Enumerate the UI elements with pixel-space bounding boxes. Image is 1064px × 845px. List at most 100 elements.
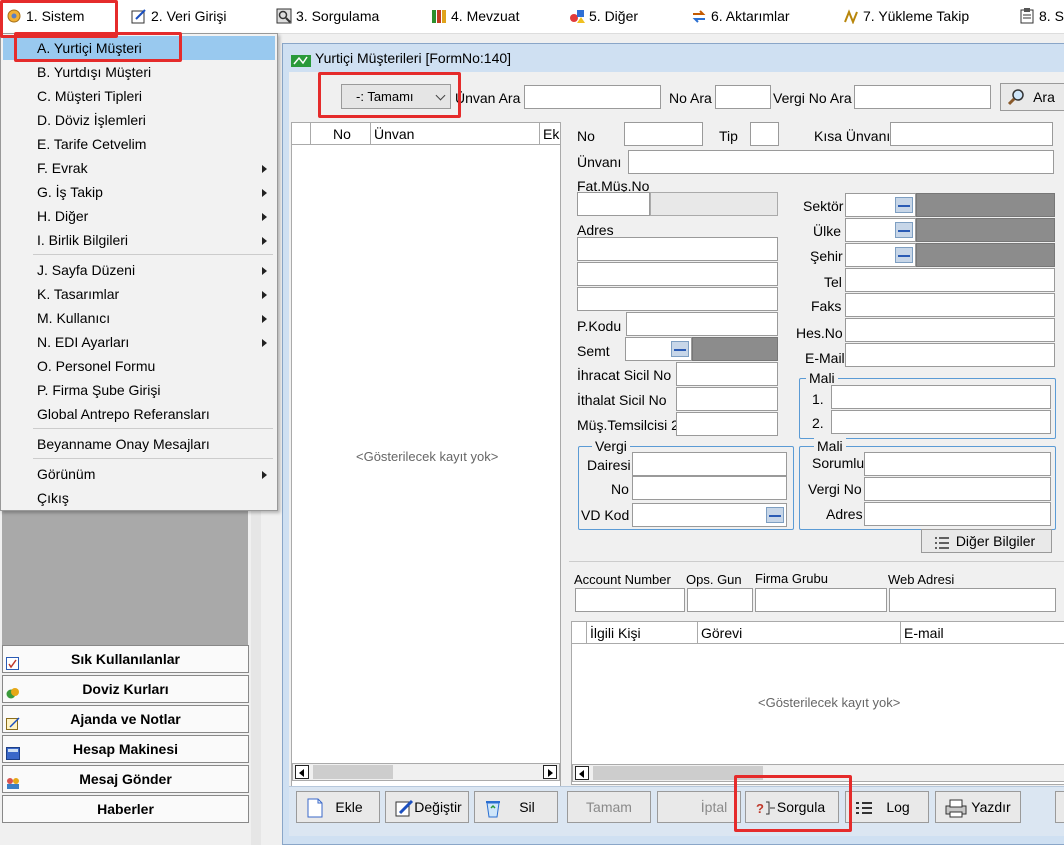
- menu-sorgulama[interactable]: 3. Sorgulama: [276, 8, 379, 24]
- iptal-button[interactable]: İptal: [657, 791, 741, 823]
- firma-grubu-input[interactable]: [755, 588, 887, 612]
- adres-line-1[interactable]: [577, 237, 778, 261]
- faks-input[interactable]: [845, 293, 1055, 317]
- hes-no-input[interactable]: [845, 318, 1055, 342]
- menu-item-gorunum[interactable]: Görünüm: [3, 462, 275, 486]
- menu-item-firma-sube-girisi[interactable]: P. Firma Şube Girişi: [3, 378, 275, 402]
- submenu-arrow-icon: [262, 165, 267, 173]
- no-input[interactable]: [624, 122, 703, 146]
- menu-separator: [33, 458, 273, 459]
- kisa-unvani-input[interactable]: [890, 122, 1053, 146]
- yazdir-button[interactable]: Yazdır: [935, 791, 1021, 823]
- menu-item-cikis[interactable]: Çıkış: [3, 486, 275, 510]
- menu-item-musteri-tipleri[interactable]: C. Müşteri Tipleri: [3, 84, 275, 108]
- mus-temsilcisi-input[interactable]: [676, 412, 778, 436]
- scroll-left-icon[interactable]: [295, 765, 309, 779]
- col-no[interactable]: No: [311, 123, 371, 145]
- web-adresi-input[interactable]: [889, 588, 1056, 612]
- tel-input[interactable]: [845, 268, 1055, 292]
- menu-item-edi-ayarlari[interactable]: N. EDI Ayarları: [3, 330, 275, 354]
- vergi-dairesi-input[interactable]: [632, 452, 787, 476]
- currency-button[interactable]: Doviz Kurları: [2, 675, 249, 703]
- pkodu-input[interactable]: [626, 312, 778, 336]
- vd-kod-lookup[interactable]: [632, 503, 787, 527]
- left-panel-area: [2, 511, 248, 645]
- mali-sorumlu-input[interactable]: [864, 452, 1051, 476]
- mali-vergi-no-input[interactable]: [864, 477, 1051, 501]
- diger-bilgiler-button[interactable]: Diğer Bilgiler: [921, 529, 1052, 553]
- unvan-ara-label: Ünvan Ara: [455, 90, 521, 106]
- sektor-lookup[interactable]: [845, 193, 916, 217]
- menu-item-sayfa-duzeni[interactable]: J. Sayfa Düzeni: [3, 258, 275, 282]
- ops-gun-input[interactable]: [687, 588, 753, 612]
- col-gorevi[interactable]: Görevi: [698, 622, 901, 644]
- mali-line-1[interactable]: [831, 385, 1051, 409]
- menu-item-is-takip[interactable]: G. İş Takip: [3, 180, 275, 204]
- sehir-lookup[interactable]: [845, 243, 916, 267]
- tamam-button[interactable]: Tamam: [567, 791, 651, 823]
- mali-line-2[interactable]: [831, 410, 1051, 434]
- new-document-icon: [305, 798, 325, 818]
- menu-veri-girisi[interactable]: 2. Veri Girişi: [131, 8, 226, 24]
- submenu-arrow-icon: [262, 237, 267, 245]
- col-unvan[interactable]: Ünvan: [371, 123, 540, 145]
- no-ara-input[interactable]: [715, 85, 771, 109]
- email-label: E-Mail: [805, 350, 845, 366]
- account-number-input[interactable]: [575, 588, 685, 612]
- recycle-bin-icon: [483, 798, 503, 818]
- ops-gun-label: Ops. Gun: [686, 572, 742, 587]
- menu-item-birlik-bilgileri[interactable]: I. Birlik Bilgileri: [3, 228, 275, 252]
- ithalat-input[interactable]: [676, 387, 778, 411]
- scroll-right-icon[interactable]: [543, 765, 557, 779]
- favorites-button[interactable]: Sık Kullanılanlar: [2, 645, 249, 673]
- log-button[interactable]: Log: [845, 791, 929, 823]
- customer-list[interactable]: No Ünvan Ek <Gösterilecek kayıt yok>: [291, 122, 561, 834]
- news-button[interactable]: Haberler: [2, 795, 249, 823]
- ihracat-input[interactable]: [676, 362, 778, 386]
- send-message-button[interactable]: Mesaj Gönder: [2, 765, 249, 793]
- menu-mevzuat[interactable]: 4. Mevzuat: [432, 8, 519, 24]
- menu-aktarimlar[interactable]: 6. Aktarımlar: [692, 8, 790, 24]
- notes-button[interactable]: Ajanda ve Notlar: [2, 705, 249, 733]
- menu-item-personel-formu[interactable]: O. Personel Formu: [3, 354, 275, 378]
- ekle-button[interactable]: Ekle: [296, 791, 380, 823]
- vergi-no-input[interactable]: [632, 476, 787, 500]
- menu-item-tarife-cetvelim[interactable]: E. Tarife Cetvelim: [3, 132, 275, 156]
- menu-item-kullanici[interactable]: M. Kullanıcı: [3, 306, 275, 330]
- menu-item-diger[interactable]: H. Diğer: [3, 204, 275, 228]
- col-ek[interactable]: Ek: [540, 123, 560, 145]
- menu-diger[interactable]: 5. Diğer: [570, 8, 638, 24]
- degistir-button[interactable]: Değiştir: [385, 791, 469, 823]
- lookup-icon[interactable]: [671, 341, 689, 357]
- adres-line-3[interactable]: [577, 287, 778, 311]
- col-ilgili-kisi[interactable]: İlgili Kişi: [587, 622, 698, 644]
- menu-item-beyanname-onay[interactable]: Beyanname Onay Mesajları: [3, 432, 275, 456]
- menu-item-evrak[interactable]: F. Evrak: [3, 156, 275, 180]
- favorites-icon: [6, 652, 20, 670]
- menu-item-doviz-islemleri[interactable]: D. Döviz İşlemleri: [3, 108, 275, 132]
- col-email[interactable]: E-mail: [901, 622, 1064, 644]
- ulke-lookup[interactable]: [845, 218, 916, 242]
- tip-input[interactable]: [750, 122, 779, 146]
- menu-8[interactable]: 8. S: [1020, 8, 1064, 24]
- mali-adres-input[interactable]: [864, 502, 1051, 526]
- sehir-label: Şehir: [810, 248, 843, 264]
- sil-button[interactable]: Sil: [474, 791, 558, 823]
- menu-item-global-antrepo[interactable]: Global Antrepo Referansları: [3, 402, 275, 426]
- vergi-no-ara-input[interactable]: [854, 85, 991, 109]
- email-input[interactable]: [845, 343, 1055, 367]
- semt-lookup[interactable]: [625, 337, 692, 361]
- unvan-ara-input[interactable]: [524, 85, 661, 109]
- menu-yukleme-takip[interactable]: 7. Yükleme Takip: [844, 8, 969, 25]
- menu-item-tasarimlar[interactable]: K. Tasarımlar: [3, 282, 275, 306]
- extra-button[interactable]: [1055, 791, 1064, 823]
- contacts-grid[interactable]: İlgili Kişi Görevi E-mail <Gösterilecek …: [571, 621, 1064, 785]
- fat-mus-no-input[interactable]: [577, 192, 650, 216]
- calculator-button[interactable]: Hesap Makinesi: [2, 735, 249, 763]
- menu-item-yurtdisi-musteri[interactable]: B. Yurtdışı Müşteri: [3, 60, 275, 84]
- adres-line-2[interactable]: [577, 262, 778, 286]
- customer-list-hscroll[interactable]: [292, 763, 560, 781]
- log-icon: [854, 798, 874, 818]
- unvani-input[interactable]: [628, 150, 1054, 174]
- ara-button[interactable]: Ara: [1000, 83, 1064, 111]
